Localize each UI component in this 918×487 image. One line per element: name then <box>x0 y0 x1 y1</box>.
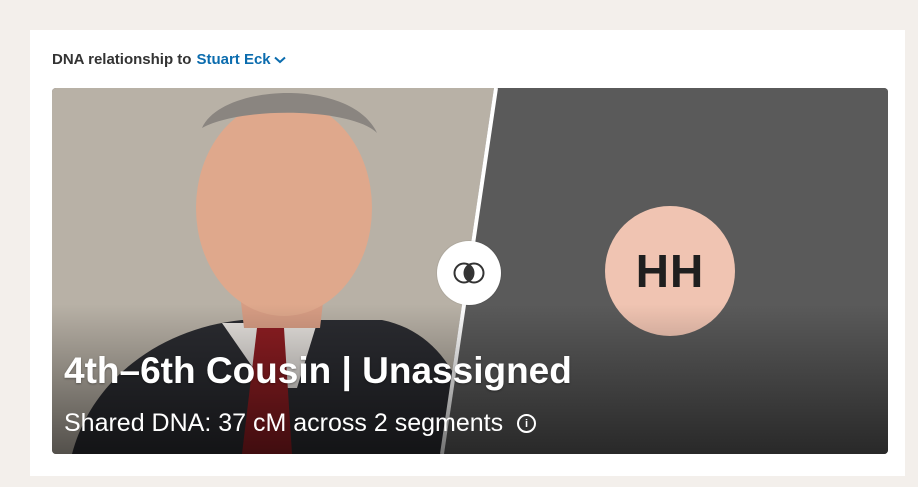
chevron-down-icon[interactable] <box>273 51 286 68</box>
header-label: DNA relationship to <box>52 51 192 68</box>
overlap-circles-icon[interactable] <box>437 241 501 305</box>
card-header: DNA relationship to Stuart Eck <box>52 51 286 68</box>
match-hero: HH 4th–6th Cousin | Unassigned Shared DN… <box>52 88 888 454</box>
photo-face <box>196 100 372 316</box>
person-link[interactable]: Stuart Eck <box>196 51 270 68</box>
person-dropdown[interactable]: Stuart Eck <box>196 51 286 68</box>
shared-dna-text: Shared DNA: 37 cM across 2 segments <box>64 409 504 437</box>
avatar-initials: HH <box>635 245 705 297</box>
shared-dna-row: Shared DNA: 37 cM across 2 segments i <box>64 409 537 438</box>
info-icon[interactable]: i <box>517 414 537 433</box>
relationship-label: 4th–6th Cousin | Unassigned <box>64 350 572 391</box>
dna-relationship-card: DNA relationship to Stuart Eck HH 4th–6t… <box>30 30 905 476</box>
